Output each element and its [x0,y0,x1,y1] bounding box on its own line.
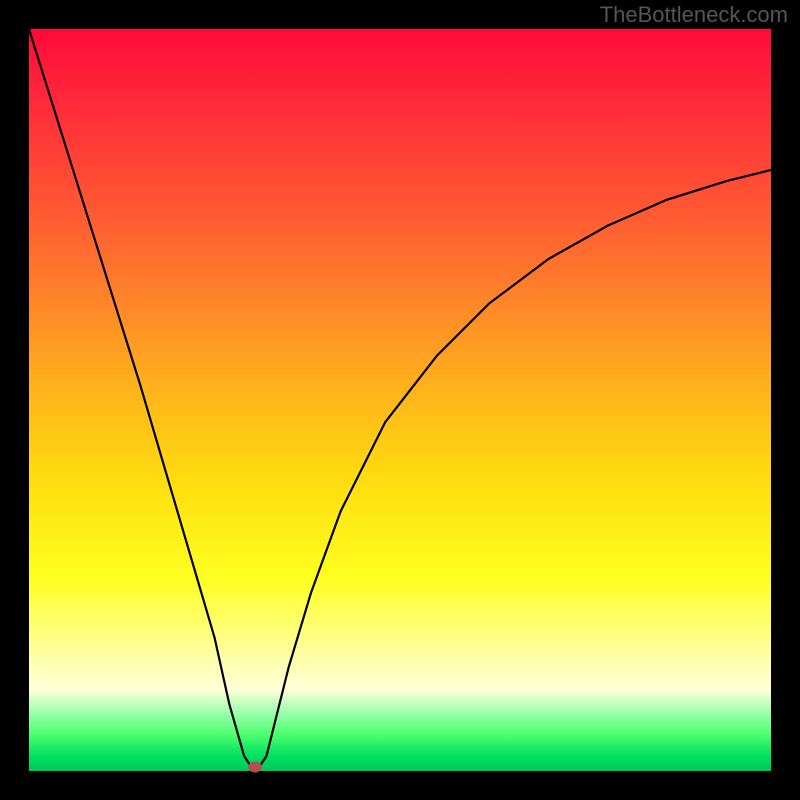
bottleneck-curve-path [29,29,771,767]
optimal-point-marker [248,762,262,773]
watermark-text: TheBottleneck.com [600,2,788,28]
chart-container: TheBottleneck.com [0,0,800,800]
bottleneck-curve-svg [29,29,771,771]
